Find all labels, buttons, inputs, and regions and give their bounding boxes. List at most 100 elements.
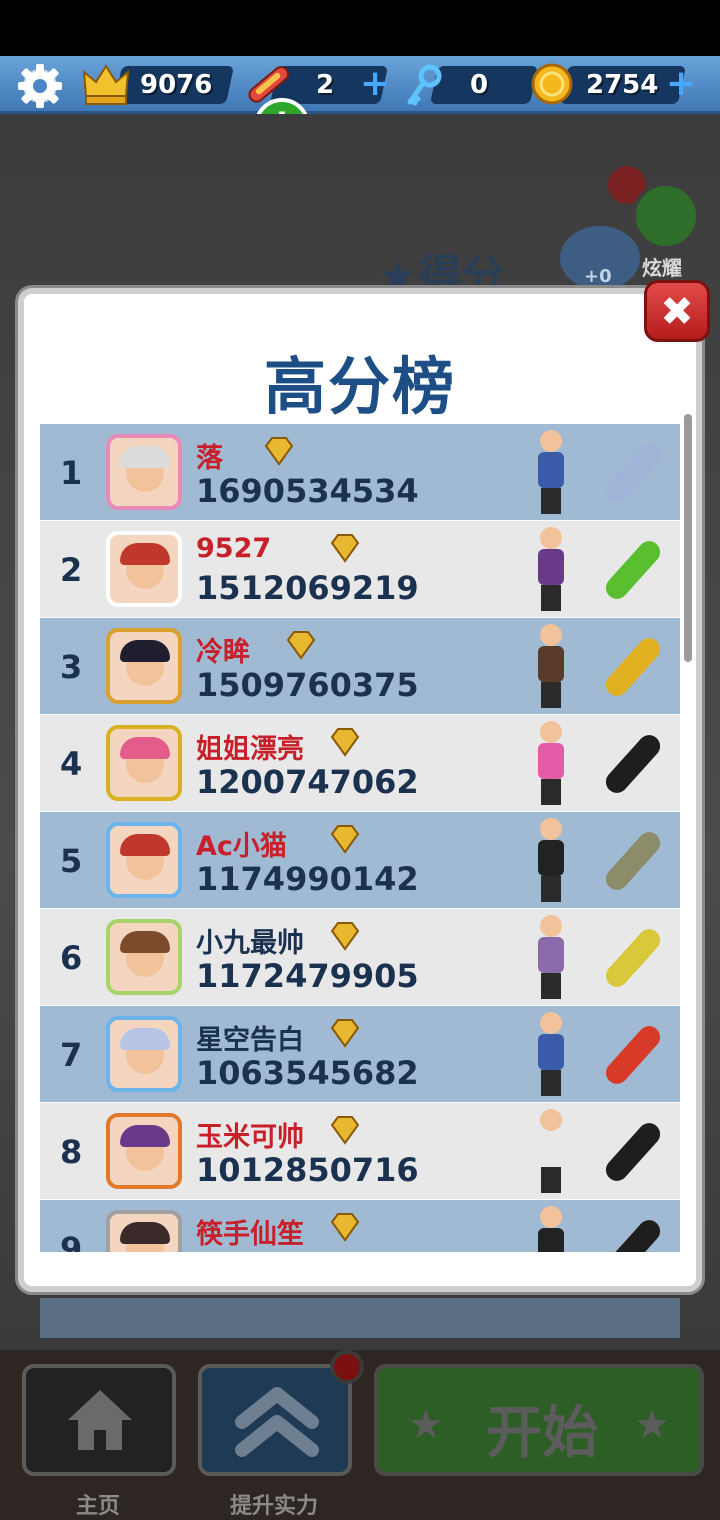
character-figure — [530, 915, 570, 999]
player-avatar[interactable] — [106, 1016, 182, 1092]
player-avatar[interactable] — [106, 531, 182, 607]
rank-badge-icon — [328, 533, 362, 563]
leaderboard-row[interactable]: 5 Ac小猫 1174990142 — [40, 812, 680, 908]
crown-count: 9076 — [140, 70, 213, 100]
board-count: 2 — [316, 70, 335, 100]
upgrade-label: 提升实力 — [230, 1494, 319, 1519]
hoverboard-icon — [601, 1118, 665, 1186]
character-figure — [530, 624, 570, 708]
leaderboard-row[interactable]: 2 9527 1512069219 — [40, 521, 680, 617]
home-icon — [64, 1386, 136, 1458]
hoverboard-icon — [601, 439, 665, 507]
coin-icon — [530, 62, 574, 110]
currency-hud: 9076 2 + i 0 2754 + — [0, 56, 720, 154]
leaderboard-row[interactable]: 9 筷手仙笙 — [40, 1200, 680, 1252]
rank-badge-icon — [328, 921, 362, 951]
rank-number: 2 — [60, 551, 83, 589]
star-icon: ★ — [634, 1402, 670, 1448]
share-label: 炫耀 — [642, 256, 682, 280]
player-avatar[interactable] — [106, 434, 182, 510]
rank-number: 8 — [60, 1133, 83, 1171]
hoverboard-icon — [601, 924, 665, 992]
hoverboard-icon — [601, 633, 665, 701]
player-score: 1512069219 — [196, 569, 419, 607]
hoverboard-icon — [601, 827, 665, 895]
leaderboard-row[interactable]: 8 玉米可帅 1012850716 — [40, 1103, 680, 1199]
rank-badge-icon — [328, 1115, 362, 1145]
player-name: 落 — [196, 443, 223, 474]
home-button[interactable] — [22, 1364, 176, 1476]
crown-icon — [82, 62, 130, 110]
player-name: 星空告白 — [196, 1025, 304, 1056]
key-count: 0 — [470, 70, 489, 100]
notification-dot — [330, 1350, 364, 1384]
player-name: 9527 — [196, 533, 272, 564]
player-avatar[interactable] — [106, 1210, 182, 1252]
leaderboard-row[interactable]: 7 星空告白 1063545682 — [40, 1006, 680, 1102]
rank-number: 7 — [60, 1036, 83, 1074]
rank-badge-icon — [328, 727, 362, 757]
player-avatar[interactable] — [106, 1113, 182, 1189]
share-icon — [632, 182, 700, 250]
star-icon: ★ — [408, 1402, 444, 1448]
character-figure — [530, 1206, 570, 1252]
coin-count: 2754 — [586, 70, 659, 100]
player-avatar[interactable] — [106, 628, 182, 704]
rank-badge-icon — [328, 1018, 362, 1048]
rank-badge-icon — [284, 630, 318, 660]
rank-number: 4 — [60, 745, 83, 783]
player-score: 1200747062 — [196, 763, 419, 801]
player-avatar[interactable] — [106, 822, 182, 898]
add-boards-button[interactable]: + — [360, 65, 390, 103]
rank-number: 3 — [60, 648, 83, 686]
player-score: 1012850716 — [196, 1151, 419, 1189]
add-coins-button[interactable]: + — [666, 65, 696, 103]
leaderboard-row[interactable]: 6 小九最帅 1172479905 — [40, 909, 680, 1005]
chevron-up-icon — [232, 1384, 322, 1464]
player-score: 1690534534 — [196, 472, 419, 510]
close-button[interactable]: ✖ — [644, 280, 710, 342]
settings-gear-icon[interactable] — [16, 62, 64, 110]
hoverboard-icon — [601, 1215, 665, 1252]
rank-badge-icon — [328, 1212, 362, 1242]
character-figure — [530, 1109, 570, 1193]
character-figure — [530, 721, 570, 805]
character-figure — [530, 527, 570, 611]
hoverboard-icon — [601, 1021, 665, 1089]
character-figure — [530, 1012, 570, 1096]
leaderboard-row[interactable]: 3 冷眸 1509760375 — [40, 618, 680, 714]
player-avatar[interactable] — [106, 919, 182, 995]
rank-badge-icon — [262, 436, 296, 466]
rank-number: 1 — [60, 454, 83, 492]
key-icon — [404, 64, 444, 112]
player-name: 姐姐漂亮 — [196, 734, 304, 765]
player-score: 1174990142 — [196, 860, 419, 898]
trophy-count: +0 — [584, 266, 612, 287]
rank-badge-icon — [328, 824, 362, 854]
player-name: 筷手仙笙 — [196, 1219, 304, 1250]
character-figure — [530, 430, 570, 514]
leaderboard-list[interactable]: 1 落 1690534534 2 9527 1512069219 3 冷眸 1509760375… — [40, 424, 680, 1252]
panel-title: 高分榜 — [263, 350, 456, 423]
start-label: 开始 — [486, 1401, 598, 1466]
player-score: 1063545682 — [196, 1054, 419, 1092]
hoverboard-icon — [601, 730, 665, 798]
player-name: 玉米可帅 — [196, 1122, 304, 1153]
hoverboard-icon — [601, 536, 665, 604]
upgrade-button[interactable] — [198, 1364, 352, 1476]
player-score: 1509760375 — [196, 666, 419, 704]
player-score: 1172479905 — [196, 957, 419, 995]
player-name: 小九最帅 — [196, 928, 304, 959]
player-name: 冷眸 — [196, 637, 250, 668]
rank-number: 6 — [60, 939, 83, 977]
player-name: Ac小猫 — [196, 831, 287, 862]
scrollbar[interactable] — [684, 414, 692, 662]
leaderboard-row[interactable]: 4 姐姐漂亮 1200747062 — [40, 715, 680, 811]
rank-number: 9 — [60, 1230, 83, 1252]
home-label: 主页 — [76, 1494, 121, 1519]
character-figure — [530, 818, 570, 902]
leaderboard-row[interactable]: 1 落 1690534534 — [40, 424, 680, 520]
close-icon: ✖ — [660, 289, 694, 335]
player-avatar[interactable] — [106, 725, 182, 801]
start-button[interactable]: ★ 开始 ★ — [374, 1364, 704, 1476]
